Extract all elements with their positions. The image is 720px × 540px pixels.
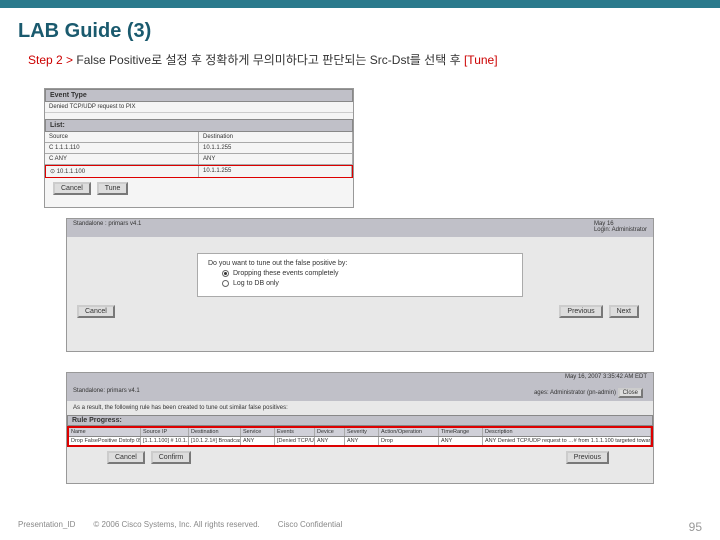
footer: Presentation_ID © 2006 Cisco Systems, In… [0,520,720,534]
cancel-button[interactable]: Cancel [77,305,115,318]
step-line: Step 2 > False Positive로 설정 후 정확하게 무의미하다… [0,51,720,76]
result-text: As a result, the following rule has been… [67,401,653,415]
table-row: Drop FalsePositive Dstofp 05.11-039:15:4… [69,437,651,445]
previous-button[interactable]: Previous [566,451,609,464]
result-header2: Standalone: primars v4.1 ages: Administr… [67,387,653,401]
table-header: Name Source IP Destination Service Event… [69,428,651,437]
dialog-header: Standalone : primars v4.1 May 16Login: A… [67,219,653,237]
button-row: Cancel Tune [45,178,353,199]
presentation-id: Presentation_ID [18,520,75,534]
step-text: False Positive로 설정 후 정확하게 무의미하다고 판단되는 Sr… [76,53,464,67]
dialog-body: Do you want to tune out the false positi… [197,253,523,297]
col-source: Source [45,132,199,142]
radio-icon [222,280,229,287]
col-headers: Source Destination [45,132,353,143]
cancel-button[interactable]: Cancel [107,451,145,464]
radio-drop[interactable]: Dropping these events completely [222,270,512,277]
list-row[interactable]: C 1.1.1.11010.1.1.255 [45,143,353,154]
page-title: LAB Guide (3) [0,8,720,51]
rule-table: Name Source IP Destination Service Event… [67,426,653,447]
list-row-selected[interactable]: ⊙ 10.1.1.10010.1.1.255 [45,165,353,178]
page-number: 95 [689,520,702,534]
list-header: List: [45,119,353,132]
top-bar [0,0,720,8]
list-row[interactable]: C ANYANY [45,154,353,165]
cancel-button[interactable]: Cancel [53,182,91,195]
copyright: © 2006 Cisco Systems, Inc. All rights re… [93,520,259,534]
next-button[interactable]: Next [609,305,639,318]
result-header: May 16, 2007 3:35:42 AM EDT [67,373,653,387]
confirm-button[interactable]: Confirm [151,451,192,464]
col-dest: Destination [199,132,353,142]
result-buttons: Cancel Confirm Previous [67,447,653,464]
screenshot-result: May 16, 2007 3:35:42 AM EDT Standalone: … [66,372,654,484]
dialog-buttons: Cancel Previous Next [67,301,653,320]
close-button[interactable]: Close [618,388,643,398]
tune-link: [Tune] [464,53,498,67]
screenshot-tune-dialog: Standalone : primars v4.1 May 16Login: A… [66,218,654,352]
event-type-header: Event Type [45,89,353,102]
radio-icon [222,270,229,277]
radio-log[interactable]: Log to DB only [222,280,512,287]
event-row: Denied TCP/UDP request to PIX [45,102,353,113]
previous-button[interactable]: Previous [559,305,602,318]
rule-progress-label: Rule Progress: [67,415,653,426]
dialog-question: Do you want to tune out the false positi… [208,260,512,267]
screenshot-event-list: Event Type Denied TCP/UDP request to PIX… [44,88,354,208]
confidential: Cisco Confidential [278,520,342,534]
step-label: Step 2 > [28,53,76,67]
tune-button[interactable]: Tune [97,182,129,195]
